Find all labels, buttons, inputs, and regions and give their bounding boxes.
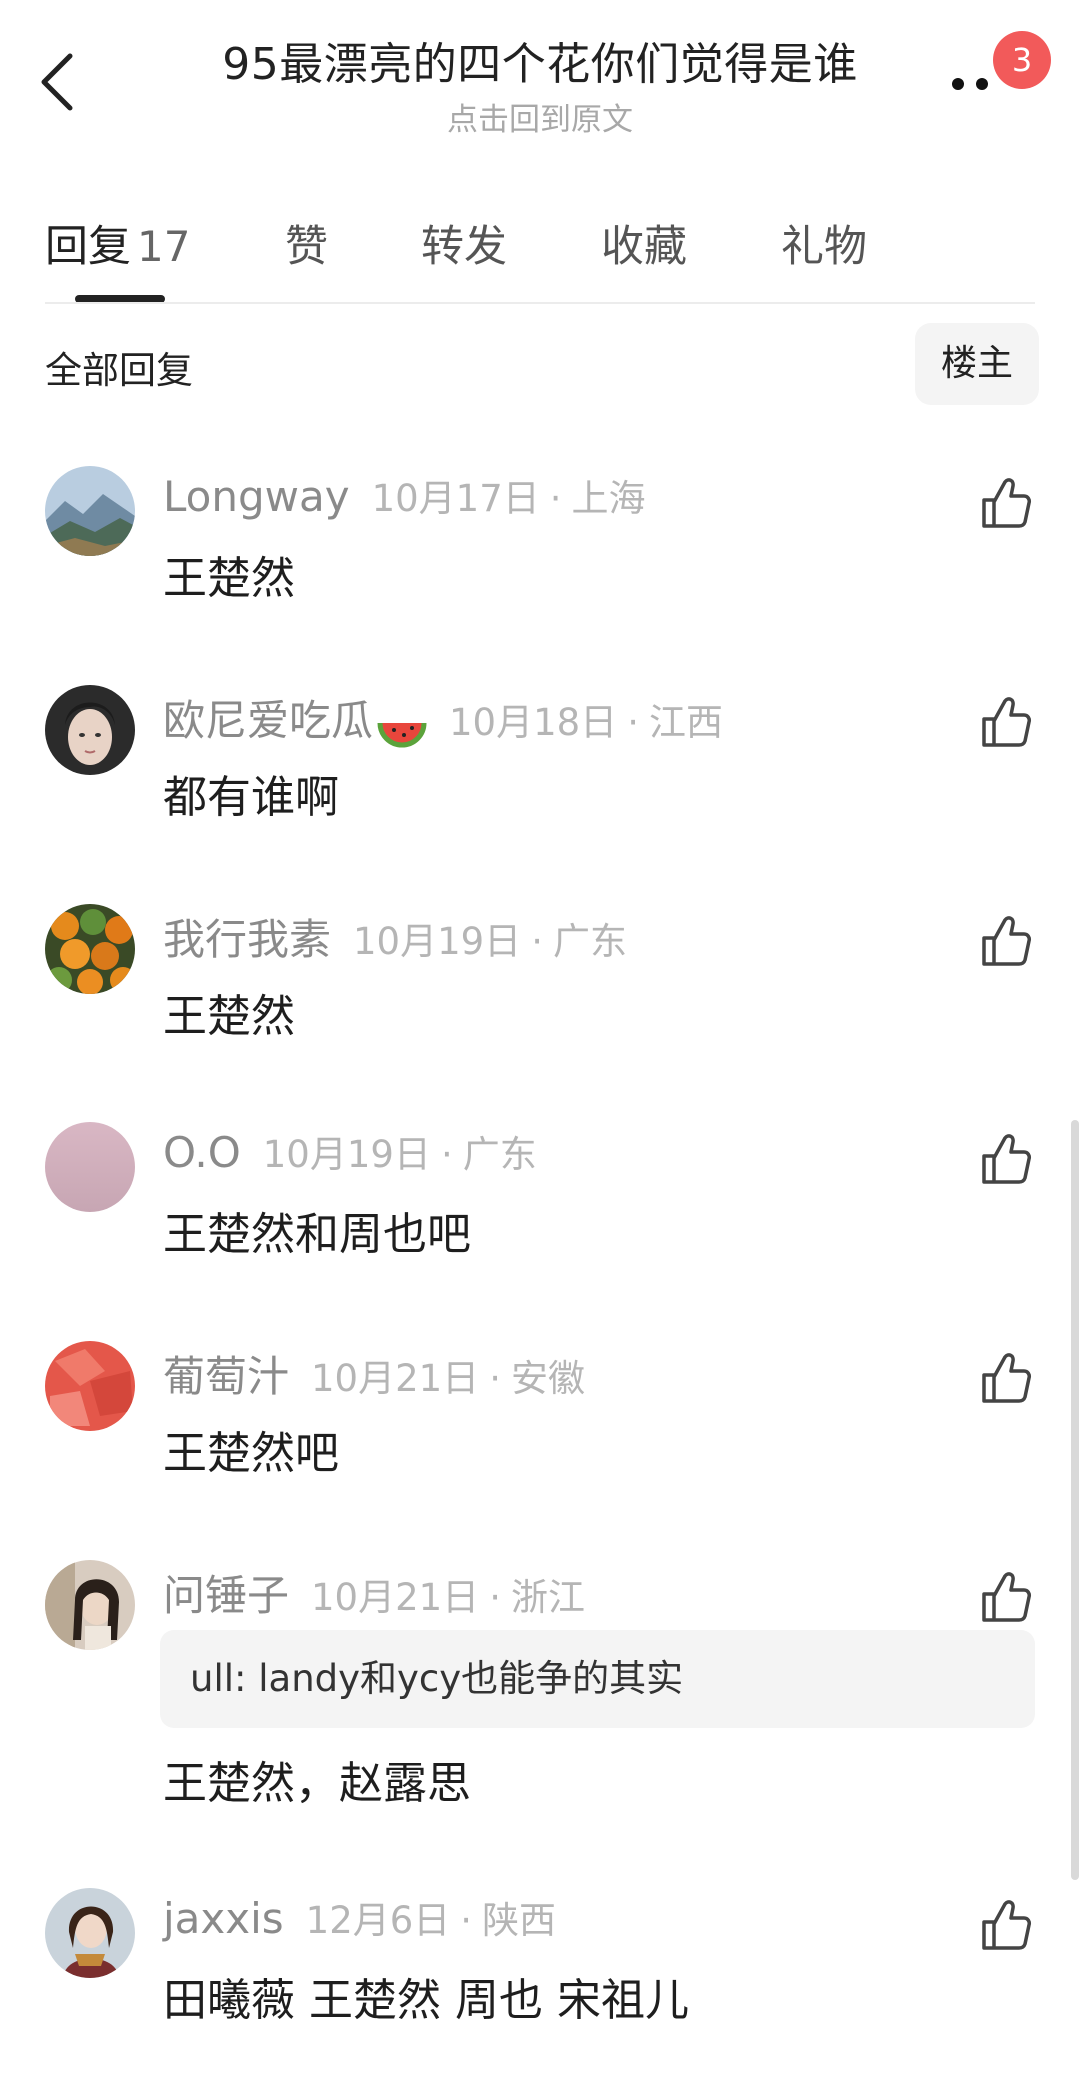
tab-replies-count: 17 (137, 222, 191, 271)
comment-text[interactable]: 都有谁啊 (163, 761, 339, 825)
comment-date: 12月6日 (305, 1899, 451, 1942)
comment-date: 10月21日 (311, 1576, 480, 1619)
portrait-avatar-icon[interactable] (45, 685, 135, 775)
thumbs-up-icon[interactable] (980, 914, 1032, 968)
comment-date: 10月19日 (353, 920, 522, 963)
comment-location: 浙江 (510, 1576, 585, 1619)
username[interactable]: jaxxis (163, 1894, 284, 1943)
back-to-original-link[interactable]: 点击回到原文 (0, 94, 1080, 139)
comment-meta: 问锤子 10月21日 · 浙江 (163, 1562, 585, 1623)
comment-text[interactable]: 王楚然吧 (163, 1417, 339, 1481)
username[interactable]: 葡萄汁 (163, 1352, 289, 1401)
comment-text[interactable]: 王楚然，赵露思 (163, 1747, 471, 1811)
all-replies-heading: 全部回复 (45, 349, 193, 392)
mountain-avatar-icon[interactable] (45, 466, 135, 556)
girl-avatar-icon[interactable] (45, 1560, 135, 1650)
comment-location: 广东 (552, 920, 627, 963)
notification-badge: 3 (993, 31, 1051, 89)
top-bar: 95最漂亮的四个花你们觉得是谁 点击回到原文 3 (0, 0, 1080, 160)
post-title[interactable]: 95最漂亮的四个花你们觉得是谁 (0, 28, 1080, 92)
watermelon-icon (377, 722, 427, 748)
comment-meta: O.O 10月19日 · 广东 (163, 1124, 537, 1178)
thumbs-up-icon[interactable] (980, 1898, 1032, 1952)
more-options-icon[interactable] (952, 70, 1002, 94)
comment-text[interactable]: 王楚然 (163, 542, 295, 606)
comment-meta: Longway 10月17日 · 上海 (163, 468, 646, 522)
thumbs-up-icon[interactable] (980, 695, 1032, 749)
tab-gifts[interactable]: 礼物 (781, 212, 867, 274)
red-fruit-avatar-icon[interactable] (45, 1341, 135, 1431)
thumbs-up-icon[interactable] (980, 1351, 1032, 1405)
username[interactable]: 问锤子 (163, 1571, 289, 1620)
username[interactable]: Longway (163, 472, 350, 521)
separator-dot: · (489, 1357, 501, 1400)
thumbs-up-icon[interactable] (980, 1570, 1032, 1624)
woman-avatar-icon[interactable] (45, 1888, 135, 1978)
pink-sky-avatar-icon[interactable] (45, 1122, 135, 1212)
separator-dot: · (440, 1133, 453, 1176)
comment-date: 10月21日 (311, 1357, 480, 1400)
tab-replies[interactable]: 回复 17 (45, 212, 190, 274)
separator-dot: · (549, 477, 562, 520)
comment-text[interactable]: 王楚然和周也吧 (163, 1198, 471, 1262)
comment-date: 10月18日 (449, 701, 618, 744)
quoted-reply[interactable]: ull: landy和ycy也能争的其实 (160, 1630, 1035, 1728)
owner-only-button[interactable]: 楼主 (915, 323, 1039, 405)
comment-meta: 我行我素 10月19日 · 广东 (163, 906, 627, 967)
scrollbar[interactable] (1071, 1120, 1079, 1880)
comment-location: 安徽 (510, 1357, 585, 1400)
username[interactable]: 欧尼爱吃瓜 (163, 696, 373, 745)
thumbs-up-icon[interactable] (980, 476, 1032, 530)
comment-location: 陕西 (482, 1899, 557, 1942)
separator-dot: · (531, 920, 543, 963)
comment-text[interactable]: 田曦薇 王楚然 周也 宋祖儿 (163, 1964, 689, 2028)
tab-likes[interactable]: 赞 (285, 212, 328, 274)
comment-location: 江西 (648, 701, 723, 744)
tab-reposts[interactable]: 转发 (421, 212, 507, 274)
separator-dot: · (489, 1576, 501, 1619)
separator-dot: · (627, 701, 639, 744)
comment-date: 10月17日 (371, 477, 540, 520)
comment-meta: 葡萄汁 10月21日 · 安徽 (163, 1343, 585, 1404)
comment-date: 10月19日 (262, 1133, 431, 1176)
tab-bar: 回复 17 赞 转发 收藏 礼物 (0, 200, 1080, 310)
tab-replies-label: 回复 (45, 222, 131, 272)
username[interactable]: O.O (163, 1128, 241, 1177)
tab-favorites[interactable]: 收藏 (601, 212, 687, 274)
thumbs-up-icon[interactable] (980, 1132, 1032, 1186)
comment-location: 上海 (571, 477, 646, 520)
oranges-avatar-icon[interactable] (45, 904, 135, 994)
comment-meta: jaxxis 12月6日 · 陕西 (163, 1890, 556, 1944)
comment-location: 广东 (462, 1133, 537, 1176)
comment-meta: 欧尼爱吃瓜 10月18日 · 江西 (163, 687, 723, 755)
divider (45, 302, 1035, 304)
comment-text[interactable]: 王楚然 (163, 980, 295, 1044)
username[interactable]: 我行我素 (163, 915, 331, 964)
separator-dot: · (460, 1899, 473, 1942)
